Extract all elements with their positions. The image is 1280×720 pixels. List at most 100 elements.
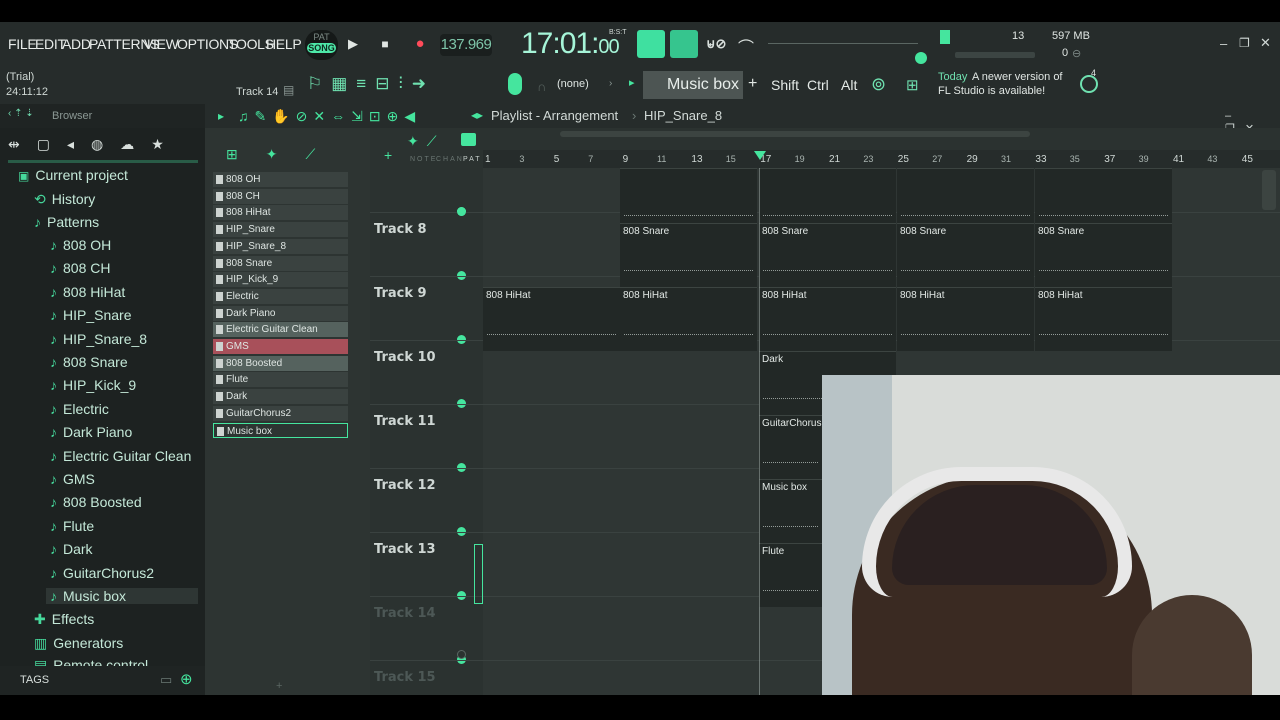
pattern-clip[interactable]: 808 HiHat [1035, 287, 1172, 351]
help-icon[interactable]: ⊚ [871, 74, 886, 95]
news-text-2[interactable]: FL Studio is available! [938, 85, 1045, 97]
alt-button[interactable]: Alt [841, 77, 857, 93]
record-icon[interactable]: ● [410, 34, 430, 54]
pattern-clip[interactable]: Flute [759, 543, 822, 607]
stop-icon[interactable]: ■ [375, 34, 395, 54]
minimize-icon[interactable]: – [1220, 36, 1227, 51]
picker-pattern-item[interactable]: 808 HiHat [213, 205, 348, 221]
typing-keyboard-icon[interactable] [637, 30, 665, 58]
picker-pattern-item[interactable]: Flute [213, 372, 348, 388]
browser-filter-icons[interactable]: ⇹▢◂◍☁★ [8, 136, 198, 156]
browser-pattern-item[interactable]: ♪ GMS [50, 471, 95, 487]
close-icon[interactable]: ✕ [1260, 35, 1271, 51]
picker-pattern-item[interactable]: Electric Guitar Clean [213, 322, 348, 338]
browser-pattern-item[interactable]: ♪ 808 HiHat [50, 284, 125, 300]
menu-file[interactable]: FILE [8, 36, 37, 52]
pattern-clip[interactable]: GuitarChorus2 [759, 415, 827, 479]
picker-add-icon[interactable]: + [276, 680, 282, 692]
menu-view[interactable]: VIEW [144, 36, 179, 52]
search-icon[interactable]: ⊕ [180, 670, 193, 688]
pattern-clip[interactable]: 808 HiHat [897, 287, 1034, 351]
play-icon[interactable]: ▶ [343, 34, 363, 54]
tempo-display[interactable]: 137.969 [440, 34, 492, 56]
track-mute-led[interactable] [457, 650, 466, 659]
pattern-clip[interactable]: 808 HiHat [620, 287, 757, 351]
track-header-label[interactable]: Track 10 [374, 350, 436, 365]
loop-record-icon[interactable]: ⊌⊘ [706, 36, 726, 52]
playlist-tool-icons[interactable]: ♫✎✋⊘✕⇔⇲⊡⊕◀ [238, 108, 421, 125]
browser-pattern-item[interactable]: ♪ GuitarChorus2 [50, 565, 154, 581]
picker-pattern-item[interactable]: Electric [213, 288, 348, 304]
browser-remote-control[interactable]: ▤ Remote control [34, 657, 148, 666]
track-header-label[interactable]: Track 9 [374, 286, 427, 301]
browser-generators[interactable]: ▥ Generators [34, 635, 123, 652]
track-header-label[interactable]: Track 11 [374, 414, 436, 429]
maximize-icon[interactable]: ❐ [1239, 36, 1250, 50]
browser-pattern-item[interactable]: ♪ 808 Snare [50, 354, 128, 370]
metronome-icon[interactable]: ⌒ [738, 34, 754, 58]
picker-pattern-item[interactable]: HIP_Kick_9 [213, 272, 348, 288]
browser-pattern-item[interactable]: ♪ Dark [50, 541, 93, 557]
browser-pattern-item[interactable]: ♪ 808 OH [50, 237, 111, 253]
track-header-label[interactable]: Track 13 [374, 542, 436, 557]
pattern-clip[interactable]: 808 Snare [1035, 223, 1172, 287]
picker-pattern-item[interactable]: 808 Boosted [213, 355, 348, 371]
browser-pattern-item[interactable]: ♪ Music box [46, 588, 198, 604]
browser-pattern-item[interactable]: ♪ HIP_Snare [50, 307, 131, 323]
playlist-menu-icon[interactable]: ▸ [218, 109, 224, 123]
pattern-clip[interactable]: 808 HiHat [759, 287, 896, 351]
current-pattern-display[interactable]: Music box [643, 71, 743, 99]
picker-pattern-item[interactable]: HIP_Snare [213, 222, 348, 238]
pattern-next-icon[interactable]: ▸ [629, 76, 635, 89]
browser-pattern-item[interactable]: ♪ HIP_Snare_8 [50, 331, 147, 347]
picker-pattern-item[interactable]: 808 Snare [213, 255, 348, 271]
picker-pattern-item[interactable]: GuitarChorus2 [213, 405, 348, 421]
snap-icons[interactable]: ✦⟋ [407, 133, 445, 150]
horizontal-scrollbar[interactable] [560, 131, 1030, 137]
browser-pattern-item[interactable]: ♪ Electric [50, 401, 109, 417]
shift-button[interactable]: Shift [771, 77, 799, 93]
track-mute-led[interactable] [457, 207, 466, 216]
select-arrow-icon[interactable]: › [609, 78, 612, 89]
browser-pattern-item[interactable]: ♪ Electric Guitar Clean [50, 448, 191, 464]
browser-patterns-folder[interactable]: ♪ Patterns [34, 214, 99, 230]
pattern-clip[interactable]: 808 Snare [759, 223, 896, 287]
browser-pattern-item[interactable]: ♪ 808 CH [50, 260, 110, 276]
window-shortcut-icons[interactable]: ⚐▦≡⊟⫶➜ [307, 74, 527, 98]
browser-nav-icons[interactable]: ‹ ⇡ ⇣ [8, 108, 34, 119]
track-header-label[interactable]: Track 12 [374, 478, 436, 493]
folder-open-icon[interactable]: ▭ [160, 672, 172, 688]
playlist-arrow-icon[interactable]: ◂▸ [471, 108, 483, 122]
browser-effects[interactable]: ✚ Effects [34, 611, 94, 628]
add-track-icon[interactable]: + [384, 147, 392, 163]
master-volume-knob[interactable] [915, 52, 927, 64]
browser-current-project[interactable]: ▣ Current project [18, 167, 128, 183]
pat-view-icon[interactable] [461, 133, 476, 146]
master-pitch-slider[interactable] [768, 43, 918, 44]
pattern-clip[interactable]: 808 Snare [897, 223, 1034, 287]
timeline-ruler[interactable] [483, 150, 1280, 168]
menu-help[interactable]: HELP [266, 36, 302, 52]
playhead-marker-icon[interactable] [754, 151, 766, 160]
picker-mode-icons[interactable]: ⊞✦⟋ [226, 146, 343, 163]
browser-pattern-item[interactable]: ♪ HIP_Kick_9 [50, 377, 136, 393]
track-header-label[interactable]: Track 8 [374, 222, 427, 237]
track-header-label[interactable]: Track 14 [374, 606, 436, 621]
shop-icon[interactable]: ⊞ [906, 76, 919, 94]
picker-pattern-item[interactable]: 808 CH [213, 188, 348, 204]
picker-pattern-item[interactable]: HIP_Snare_8 [213, 238, 348, 254]
microphone-icon[interactable] [508, 73, 522, 95]
picker-pattern-item[interactable]: Dark Piano [213, 305, 348, 321]
news-text[interactable]: A newer version of [972, 71, 1063, 83]
song-time-display[interactable]: 17:01:00 [521, 27, 620, 61]
browser-pattern-item[interactable]: ♪ Dark Piano [50, 424, 132, 440]
picker-pattern-item[interactable]: 808 OH [213, 172, 348, 187]
pattern-clip[interactable]: 808 Snare [620, 223, 757, 287]
countdown-icon[interactable] [670, 30, 698, 58]
add-pattern-icon[interactable]: + [748, 75, 757, 93]
browser-pattern-item[interactable]: ♪ Flute [50, 518, 94, 534]
pattern-clip[interactable]: Music box [759, 479, 822, 543]
picker-pattern-item[interactable]: Music box [213, 422, 348, 438]
browser-history[interactable]: ⟲ History [34, 191, 95, 208]
picker-pattern-item[interactable]: GMS [213, 339, 348, 354]
